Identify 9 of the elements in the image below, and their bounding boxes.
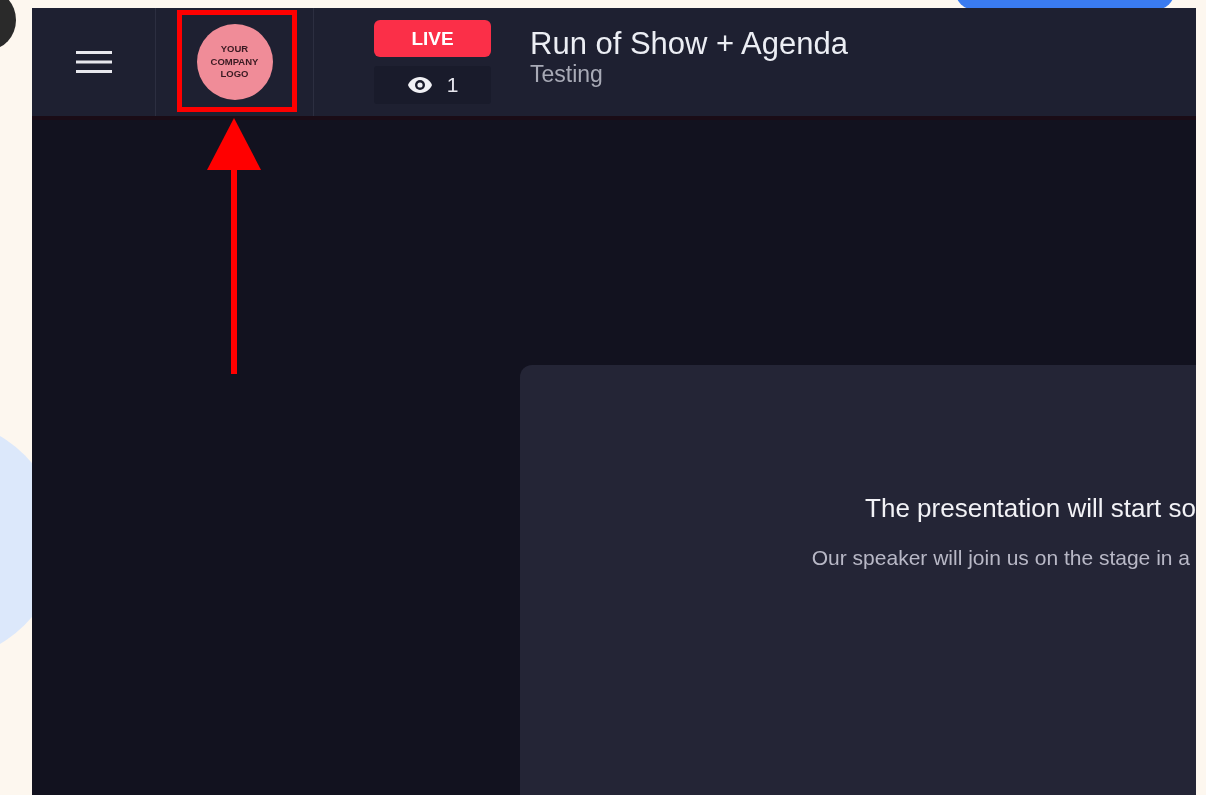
event-title: Run of Show + Agenda [530,24,848,62]
company-logo: YOUR COMPANY LOGO [196,24,273,100]
notice-message: Our speaker will join us on the stage in a [811,546,1191,570]
event-subtitle: Testing [530,61,604,88]
notice-title: The presentation will start so [865,493,1196,524]
eye-icon [406,76,433,94]
live-badge: LIVE [374,20,491,57]
menu-icon [75,50,112,74]
viewer-counter: 1 [374,66,491,104]
